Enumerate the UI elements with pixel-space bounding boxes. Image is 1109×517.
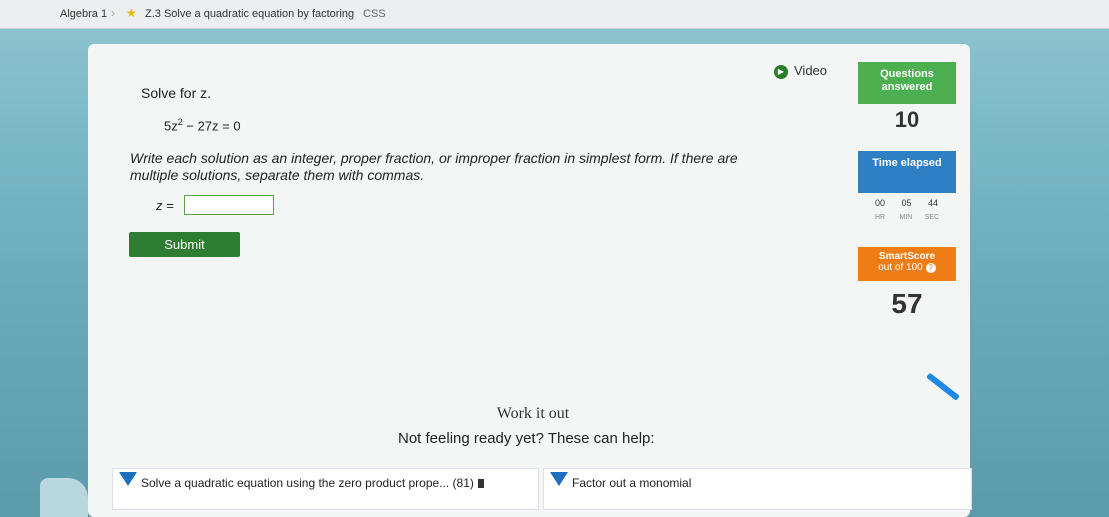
breadcrumb-code: CSS	[363, 8, 386, 20]
timer-hr-unit: HR	[874, 214, 886, 221]
breadcrumb-skill: Z.3 Solve a quadratic equation by factor…	[145, 8, 355, 20]
submit-button[interactable]: Submit	[129, 232, 240, 257]
timer-hr: 00	[874, 198, 885, 208]
timer-sec-unit: SEC	[924, 214, 940, 221]
time-elapsed-label: Time elapsed	[858, 151, 956, 193]
diamond-icon	[550, 472, 568, 486]
answer-label: z =	[156, 198, 174, 213]
video-label: Video	[794, 63, 828, 78]
smartscore-label: SmartScore out of 100?	[858, 247, 956, 281]
smartscore-value: 57	[891, 288, 923, 319]
timer: 00 05 44 HR MIN SEC	[868, 198, 952, 221]
help-icon[interactable]: ?	[925, 263, 936, 273]
help-link-label: Factor out a monomial	[572, 476, 692, 490]
answer-input[interactable]	[184, 195, 274, 215]
help-link-label: Solve a quadratic equation using the zer…	[141, 476, 484, 490]
work-it-out-heading: Work it out	[496, 405, 570, 422]
breadcrumb: Algebra 1 › ★ Z.3 Solve a quadratic equa…	[0, 0, 1109, 29]
instructions: Write each solution as an integer, prope…	[130, 150, 738, 183]
equation: 5z2 − 27z = 0	[164, 117, 241, 134]
breadcrumb-subject[interactable]: Algebra 1	[60, 8, 107, 20]
chevron-right-icon: ›	[111, 6, 115, 20]
timer-min: 05	[901, 198, 912, 208]
questions-answered-value: 10	[894, 107, 920, 132]
star-icon: ★	[126, 6, 137, 20]
help-link-zero-product[interactable]: Solve a quadratic equation using the zer…	[112, 468, 539, 510]
background-decoration	[40, 478, 88, 517]
diamond-icon	[119, 472, 137, 486]
questions-answered-label: Questions answered	[858, 62, 956, 104]
problem-prompt: Solve for z.	[141, 85, 212, 101]
play-icon: ▶	[774, 65, 788, 79]
bookmark-icon	[477, 479, 484, 488]
not-ready-text: Not feeling ready yet? These can help:	[398, 430, 655, 447]
stats-panel: Questions answered 10 Time elapsed 00 05…	[858, 62, 956, 332]
timer-min-unit: MIN	[899, 214, 913, 221]
timer-sec: 44	[928, 198, 939, 208]
help-link-factor-monomial[interactable]: Factor out a monomial	[543, 468, 972, 510]
video-button[interactable]: ▶ Video	[774, 63, 827, 79]
